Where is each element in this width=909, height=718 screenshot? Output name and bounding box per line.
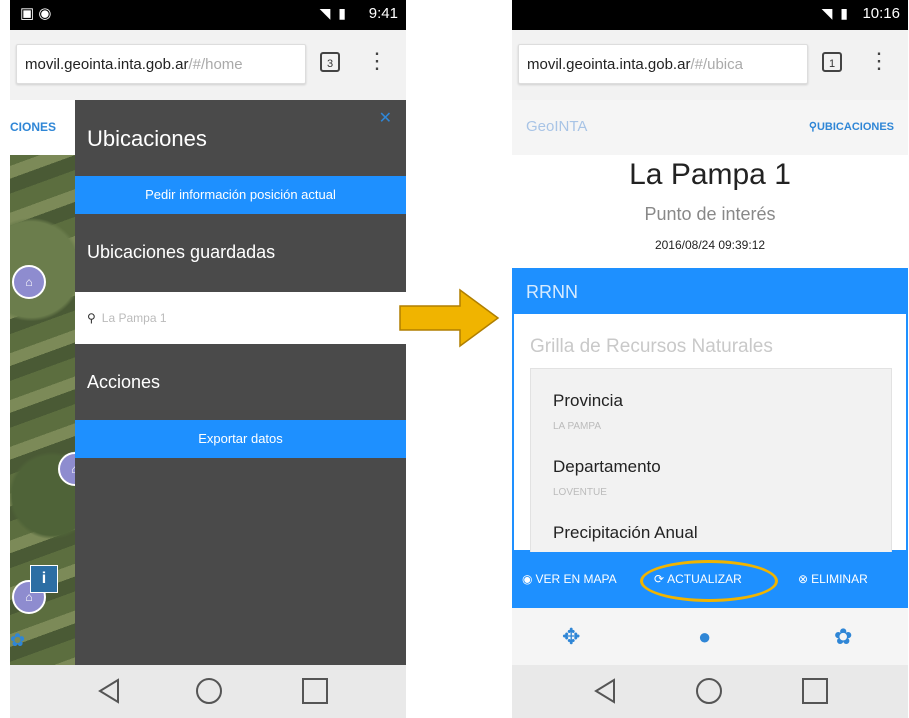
gear-icon[interactable]: ✿ — [834, 624, 852, 650]
right-phone-screen: ◥ ▮ 10:16 movil.geointa.inta.gob.ar/#/ub… — [512, 0, 908, 718]
timestamp: 2016/08/24 09:39:12 — [654, 238, 766, 252]
back-icon[interactable] — [594, 678, 616, 704]
locations-drawer: ✕ Ubicaciones Pedir información posición… — [75, 100, 406, 665]
signal-icons: ◥ ▮ — [821, 5, 850, 21]
close-circle-icon: ⊗ — [798, 572, 809, 586]
map-pin-icon: ⚲ — [808, 121, 817, 133]
saved-locations-heading: Ubicaciones guardadas — [87, 242, 276, 262]
status-time: 10:16 — [862, 5, 900, 22]
fields-list: Provincia LA PAMPA Departamento LOVENTUE… — [530, 368, 892, 554]
actions-heading: Acciones — [87, 372, 161, 392]
url-host: movil.geointa.inta.gob.ar — [25, 56, 189, 73]
tab-switcher-button[interactable]: 1 — [822, 52, 842, 72]
home-icon[interactable] — [696, 678, 722, 704]
field-value: LA PAMPA — [553, 421, 601, 432]
android-nav-bar — [10, 665, 406, 718]
field-label: Precipitación Anual — [553, 523, 698, 542]
view-map-label: VER EN MAPA — [535, 572, 617, 586]
info-icon[interactable]: i — [30, 565, 58, 593]
recents-icon[interactable] — [802, 678, 828, 704]
back-icon[interactable] — [98, 678, 120, 704]
url-path: /#/home — [188, 56, 243, 73]
left-phone-screen: ▣ ◉ ◥ ▮ 9:41 movil.geointa.inta.gob.ar/#… — [10, 0, 406, 718]
highlight-ellipse — [640, 560, 778, 602]
field-label: Provincia — [553, 391, 623, 410]
android-nav-bar — [512, 665, 908, 718]
tab-switcher-button[interactable]: 3 — [320, 52, 340, 72]
panel-subtitle: Grilla de Recursos Naturales — [530, 336, 773, 357]
panel-header[interactable]: RRNN — [514, 270, 906, 314]
locations-link-label: UBICACIONES — [816, 121, 894, 133]
close-icon[interactable]: ✕ — [379, 108, 392, 128]
url-host: movil.geointa.inta.gob.ar — [527, 56, 691, 73]
crosshair-icon[interactable]: ✥ — [562, 624, 580, 650]
map-header-label[interactable]: CIONES — [10, 100, 80, 155]
browser-toolbar: movil.geointa.inta.gob.ar/#/home 3 ⋮ — [10, 30, 406, 100]
arrow-icon — [399, 288, 500, 348]
app-tab-bar: ✥ ● ✿ — [512, 608, 908, 665]
browser-toolbar: movil.geointa.inta.gob.ar/#/ubica 1 ⋮ — [512, 30, 908, 100]
home-icon[interactable] — [196, 678, 222, 704]
rrnn-panel: RRNN Grilla de Recursos Naturales Provin… — [512, 268, 908, 554]
saved-location-item[interactable]: ⚲ La Pampa 1 — [75, 292, 406, 344]
action-bar: ◉ VER EN MAPA ⟳ ACTUALIZAR ⊗ ELIMINAR — [512, 552, 908, 608]
address-bar[interactable]: movil.geointa.inta.gob.ar/#/ubica — [518, 44, 808, 84]
delete-button[interactable]: ⊗ ELIMINAR — [798, 572, 868, 586]
field-label: Departamento — [553, 457, 661, 476]
eye-icon: ◉ — [522, 572, 533, 586]
brand-logo[interactable]: GeoINTA — [526, 118, 587, 135]
drawer-title: Ubicaciones — [87, 126, 207, 151]
gear-icon[interactable]: ✿ — [10, 630, 25, 650]
overflow-menu-icon[interactable]: ⋮ — [366, 48, 388, 74]
app-header: GeoINTA ⚲UBICACIONES — [512, 100, 908, 155]
map-marker-icon[interactable]: ⌂ — [12, 265, 46, 299]
globe-icon[interactable]: ● — [698, 624, 711, 650]
export-data-button[interactable]: Exportar datos — [75, 420, 406, 458]
status-time: 9:41 — [368, 5, 398, 22]
status-bar: ◥ ▮ 10:16 — [512, 0, 908, 30]
recents-icon[interactable] — [302, 678, 328, 704]
view-map-button[interactable]: ◉ VER EN MAPA — [522, 572, 617, 586]
saved-location-label: La Pampa 1 — [101, 311, 167, 325]
url-path: /#/ubica — [690, 56, 743, 73]
page-title: La Pampa 1 — [629, 158, 791, 191]
locations-link[interactable]: ⚲UBICACIONES — [809, 120, 894, 133]
overflow-menu-icon[interactable]: ⋮ — [868, 48, 890, 74]
address-bar[interactable]: movil.geointa.inta.gob.ar/#/home — [16, 44, 306, 84]
delete-label: ELIMINAR — [811, 572, 868, 586]
notification-icons: ▣ ◉ — [20, 5, 52, 22]
field-value: LOVENTUE — [553, 487, 607, 498]
signal-icons: ◥ ▮ — [319, 5, 348, 21]
map-pin-icon: ⚲ — [87, 311, 96, 325]
request-position-button[interactable]: Pedir información posición actual — [75, 176, 406, 214]
page-subtitle: Punto de interés — [644, 204, 776, 224]
status-bar: ▣ ◉ ◥ ▮ 9:41 — [10, 0, 406, 30]
